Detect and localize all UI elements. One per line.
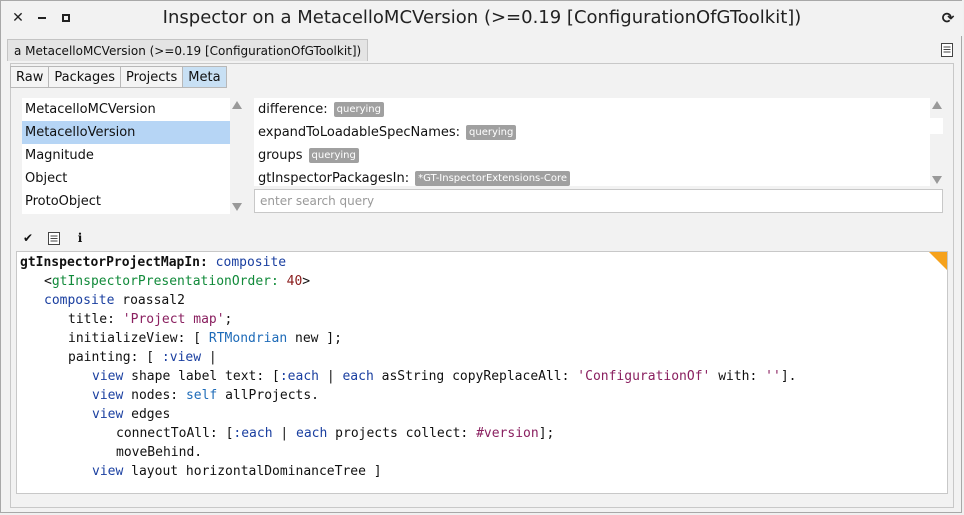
method-list: difference: querying expandToLoadableSpec… (254, 98, 930, 186)
tab-meta[interactable]: Meta (182, 66, 227, 88)
code-line: <gtInspectorPresentationOrder: 40> (44, 274, 311, 289)
code-line: view nodes: self allProjects. (92, 388, 319, 403)
code-line: view edges (92, 407, 171, 422)
title-bar[interactable]: ✕ Inspector on a MetacelloMCVersion (>=0… (1, 1, 963, 36)
list-item[interactable]: Object (22, 167, 230, 190)
code-toolbar: ✔ i (20, 230, 88, 246)
scroll-up-icon[interactable] (232, 101, 242, 109)
protocol-badge: querying (308, 148, 359, 163)
list-item[interactable]: MetacelloMCVersion (22, 98, 230, 121)
method-name: gtInspectorPackagesIn: (258, 171, 410, 186)
protocol-badge: querying (466, 125, 517, 140)
search-input[interactable]: enter search query (254, 189, 943, 213)
scroll-up-icon[interactable] (932, 101, 942, 109)
list-item[interactable]: groups querying (254, 144, 930, 167)
code-line: connectToAll: [:each | each projects col… (116, 426, 555, 441)
code-line: view shape label text: [:each | each asS… (92, 369, 797, 384)
code-line: gtInspectorProjectMapIn: composite (20, 255, 287, 270)
list-item[interactable]: Magnitude (22, 144, 230, 167)
document-icon[interactable] (939, 42, 955, 58)
class-list-scrollbar[interactable] (230, 98, 243, 214)
method-name: expandToLoadableSpecNames: (258, 125, 461, 140)
code-line: painting: [ :view | (68, 350, 217, 365)
scroll-down-icon[interactable] (932, 176, 942, 184)
window-title: Inspector on a MetacelloMCVersion (>=0.1… (162, 7, 802, 28)
refresh-icon[interactable]: ⟳ (939, 9, 957, 27)
info-icon[interactable]: i (72, 230, 88, 246)
method-name: groups (258, 148, 303, 163)
tab-raw[interactable]: Raw (10, 66, 50, 88)
list-item[interactable]: difference: querying (254, 98, 930, 121)
code-line: initializeView: [ RTMondrian new ]; (68, 331, 342, 346)
accept-icon[interactable]: ✔ (20, 230, 36, 246)
class-hierarchy-list: MetacelloMCVersion MetacelloVersion Magn… (22, 98, 230, 214)
scrollbar-thumb[interactable] (930, 118, 943, 134)
protocol-badge: querying (333, 102, 384, 117)
list-item[interactable]: MetacelloVersion (22, 121, 230, 144)
code-line: view layout horizontalDominanceTree ] (92, 464, 382, 479)
method-list-scrollbar[interactable] (930, 98, 943, 186)
presentation-tabs: Raw Packages Projects Meta (10, 66, 227, 88)
list-item[interactable]: ProtoObject (22, 190, 230, 213)
list-item[interactable]: expandToLoadableSpecNames: querying (254, 121, 930, 144)
tab-packages[interactable]: Packages (48, 66, 122, 88)
list-item[interactable]: gtInspectorPackagesIn: *GT-InspectorExten… (254, 167, 930, 186)
code-line: composite roassal2 (44, 293, 185, 308)
scroll-down-icon[interactable] (232, 203, 242, 211)
code-line: title: 'Project map'; (68, 312, 233, 327)
protocol-badge: *GT-InspectorExtensions-Core (415, 171, 571, 186)
code-line: moveBehind. (116, 445, 203, 460)
tab-projects[interactable]: Projects (120, 66, 184, 88)
method-name: difference: (258, 102, 328, 117)
browse-document-icon[interactable] (46, 230, 62, 246)
source-code-editor[interactable]: gtInspectorProjectMapIn: composite <gtIn… (16, 251, 948, 494)
modified-corner-icon (929, 252, 947, 270)
object-tab[interactable]: a MetacelloMCVersion (>=0.19 [Configurat… (7, 39, 369, 61)
